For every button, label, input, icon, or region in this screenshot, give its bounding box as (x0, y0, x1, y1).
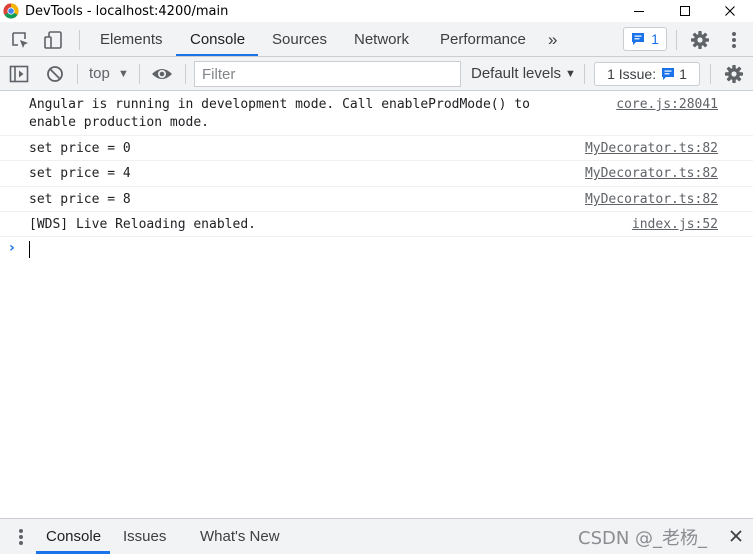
tab-console[interactable]: Console (190, 22, 245, 57)
close-window-button[interactable] (707, 0, 753, 22)
levels-dropdown-arrow-icon[interactable]: ▼ (565, 57, 576, 91)
message-text: [WDS] Live Reloading enabled. (29, 217, 256, 232)
console-settings-button[interactable] (722, 57, 746, 91)
live-expression-button[interactable] (150, 57, 174, 91)
inspect-icon (12, 31, 28, 48)
message-text: set price = 4 (29, 166, 131, 181)
console-message: set price = 4 MyDecorator.ts:82 (0, 161, 753, 187)
close-drawer-button[interactable] (725, 518, 747, 554)
show-sidebar-button[interactable] (7, 57, 31, 91)
minimize-button[interactable] (616, 0, 662, 22)
message-source-link[interactable]: MyDecorator.ts:82 (585, 192, 718, 207)
minimize-icon (634, 11, 644, 12)
toolbar-divider (584, 64, 585, 84)
message-text: set price = 8 (29, 192, 131, 207)
toolbar-divider (77, 64, 78, 84)
eye-icon (152, 69, 172, 79)
device-icon (44, 30, 62, 49)
kebab-menu-icon (732, 31, 736, 48)
customize-menu-button[interactable] (724, 22, 744, 57)
filter-box (194, 61, 461, 87)
inspect-element-button[interactable] (8, 22, 32, 57)
context-dropdown-arrow-icon[interactable]: ▼ (118, 57, 129, 91)
drawer-menu-button[interactable] (16, 519, 26, 554)
message-text: Angular is running in development mode. … (29, 97, 530, 112)
drawer-tab-issues[interactable]: Issues (123, 519, 166, 554)
log-levels-dropdown[interactable]: Default levels (471, 57, 561, 91)
prompt-chevron-icon: › (9, 240, 15, 256)
device-toolbar-button[interactable] (42, 22, 66, 57)
gear-icon (691, 30, 709, 49)
console-message: set price = 0 MyDecorator.ts:82 (0, 136, 753, 161)
settings-button[interactable] (688, 22, 712, 57)
message-source-link[interactable]: index.js:52 (632, 217, 718, 232)
message-source-link[interactable]: MyDecorator.ts:82 (585, 166, 718, 181)
console-message: set price = 8 MyDecorator.ts:82 (0, 187, 753, 212)
issues-label: 1 Issue: (607, 66, 657, 82)
filter-input[interactable] (195, 62, 460, 86)
message-source-link[interactable]: core.js:28041 (616, 97, 718, 112)
toolbar-divider (79, 30, 80, 50)
toolbar-divider (710, 64, 711, 84)
issues-counter-button[interactable]: 1 Issue: 1 (594, 62, 700, 86)
close-icon (730, 530, 742, 542)
drawer-tab-console[interactable]: Console (46, 519, 101, 554)
tab-network[interactable]: Network (354, 22, 409, 57)
watermark: CSDN @_老杨_ (578, 528, 708, 549)
console-message: [WDS] Live Reloading enabled. index.js:5… (0, 212, 753, 237)
messages-badge-button[interactable]: 1 (623, 27, 667, 51)
gear-icon (725, 65, 743, 83)
message-source-link[interactable]: MyDecorator.ts:82 (585, 141, 718, 156)
messages-count: 1 (651, 31, 659, 47)
clear-icon (47, 66, 63, 82)
message-icon (662, 68, 675, 80)
close-icon (725, 6, 735, 16)
toolbar-divider (139, 64, 140, 84)
toolbar-divider (185, 64, 186, 84)
context-selector[interactable]: top (89, 57, 110, 91)
chrome-logo-icon (3, 3, 19, 19)
clear-console-button[interactable] (43, 57, 67, 91)
maximize-icon (680, 6, 690, 16)
more-tabs-button[interactable]: » (548, 22, 557, 57)
console-messages: Angular is running in development mode. … (0, 91, 753, 518)
text-cursor (29, 241, 30, 258)
toolbar-divider (676, 30, 677, 50)
message-icon (632, 33, 645, 45)
issues-count: 1 (679, 66, 687, 82)
kebab-menu-icon (19, 529, 23, 545)
active-tab-indicator (176, 54, 258, 56)
window-title: DevTools - localhost:4200/main (25, 3, 229, 19)
tab-elements[interactable]: Elements (100, 22, 163, 57)
maximize-button[interactable] (662, 0, 708, 22)
console-message: Angular is running in development mode. … (0, 91, 753, 136)
message-text-continued: enable production mode. (29, 115, 210, 130)
drawer-tab-whats-new[interactable]: What's New (200, 519, 280, 554)
issues-count-group: 1 (661, 66, 687, 82)
tab-performance[interactable]: Performance (440, 22, 526, 57)
sidebar-toggle-icon (9, 65, 29, 83)
message-text: set price = 0 (29, 141, 131, 156)
tab-sources[interactable]: Sources (272, 22, 327, 57)
console-prompt[interactable]: › (0, 240, 753, 260)
